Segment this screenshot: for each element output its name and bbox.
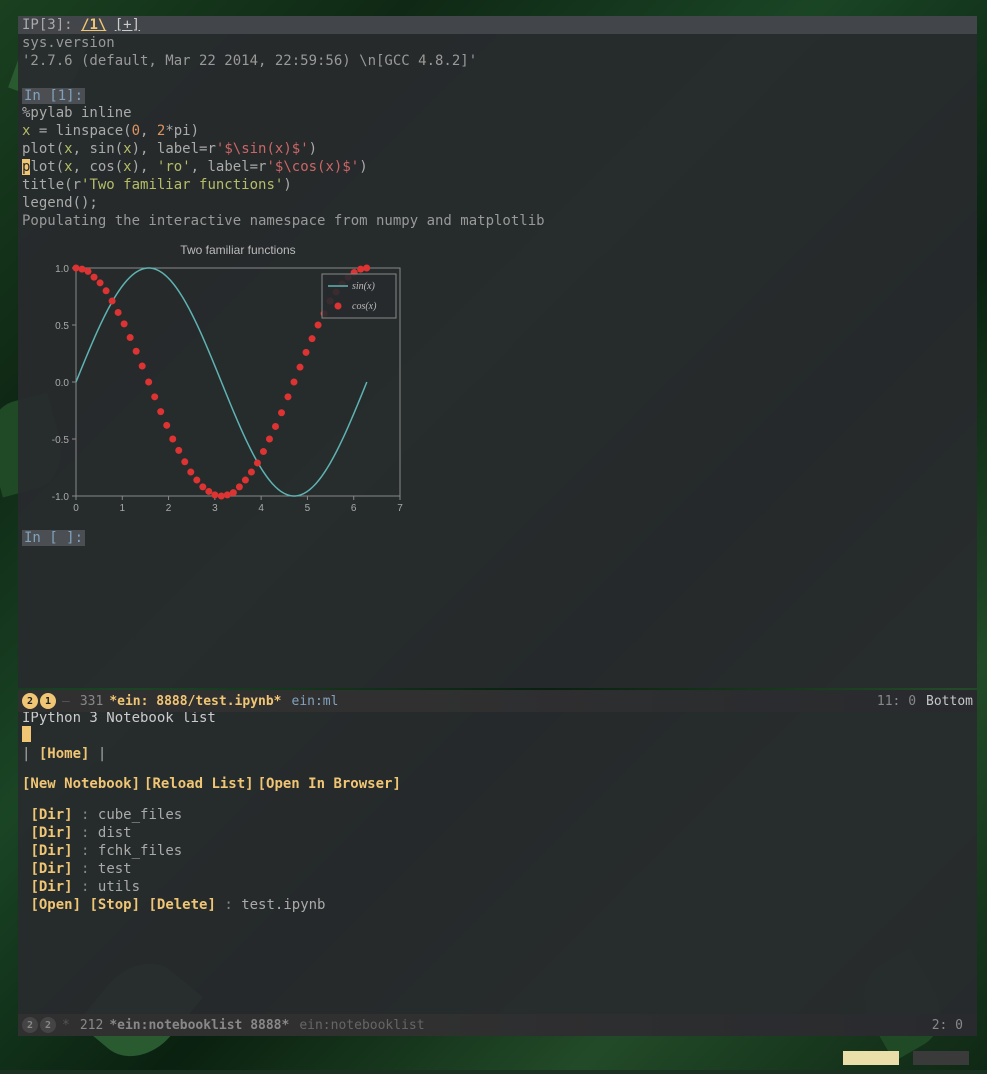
svg-text:1: 1 <box>120 503 126 514</box>
entry-name: test.ipynb <box>241 897 325 913</box>
code-line[interactable]: title(r'Two familiar functions') <box>22 176 973 194</box>
list-item: [Dir] : test <box>22 860 973 878</box>
list-item: [Dir] : fchk_files <box>22 842 973 860</box>
svg-text:Two familiar functions: Two familiar functions <box>180 243 295 257</box>
svg-text:1.0: 1.0 <box>55 264 69 275</box>
taskbar-hint <box>843 1050 969 1066</box>
notebooklist-button[interactable]: [New Notebook] <box>22 776 140 792</box>
svg-text:2: 2 <box>166 503 172 514</box>
workspace-badge[interactable]: 2 <box>22 693 38 709</box>
active-sheet[interactable]: /1\ <box>81 17 106 33</box>
output-line: Populating the interactive namespace fro… <box>22 212 973 230</box>
code-line[interactable]: plot(x, cos(x), 'ro', label=r'$\cos(x)$'… <box>22 158 973 176</box>
list-item: [Dir] : cube_files <box>22 806 973 824</box>
output-line: sys.version <box>22 34 973 52</box>
list-item: [Open] [Stop] [Delete] : test.ipynb <box>22 896 973 914</box>
line-number: 212 <box>80 1018 103 1033</box>
entry-action[interactable]: [Dir] <box>30 861 72 877</box>
entry-action[interactable]: [Dir] <box>30 843 72 859</box>
list-item: [Dir] : dist <box>22 824 973 842</box>
svg-text:sin(x): sin(x) <box>352 281 375 292</box>
svg-text:-0.5: -0.5 <box>52 435 70 446</box>
entry-action[interactable]: [Stop] <box>89 897 140 913</box>
cell-prompt: In [1]: <box>22 88 85 104</box>
cursor-position: 11: 0 <box>877 694 916 709</box>
cell-content[interactable]: sys.version '2.7.6 (default, Mar 22 2014… <box>18 34 977 546</box>
modeline-bottom: 2 2 * 212 *ein:notebooklist 8888* ein:no… <box>18 1014 977 1036</box>
svg-text:3: 3 <box>212 503 218 514</box>
buffer-name[interactable]: *ein: 8888/test.ipynb* <box>109 694 281 709</box>
entry-name: test <box>98 861 132 877</box>
code-line[interactable]: %pylab inline <box>22 104 973 122</box>
major-mode: ein:notebooklist <box>299 1018 424 1033</box>
svg-text:0.0: 0.0 <box>55 378 69 389</box>
major-mode: ein:ml <box>292 694 339 709</box>
notebooklist-button[interactable]: [Reload List] <box>144 776 254 792</box>
entry-action[interactable]: [Open] <box>30 897 81 913</box>
chart-output: Two familiar functions -1.0 -0.5 0.0 0.5 1.0 0… <box>30 240 973 520</box>
modeline-top: 2 1 — 331 *ein: 8888/test.ipynb* ein:ml … <box>18 690 977 712</box>
notebooklist-button[interactable]: [Open In Browser] <box>258 776 401 792</box>
code-line[interactable]: plot(x, sin(x), label=r'$\sin(x)$') <box>22 140 973 158</box>
workspace-badge[interactable]: 2 <box>22 1017 38 1033</box>
scroll-position: Bottom <box>926 694 973 709</box>
svg-text:6: 6 <box>351 503 357 514</box>
notebook-pane: IP[3]: /1\ [+] sys.version '2.7.6 (defau… <box>18 16 977 688</box>
line-number: 331 <box>80 694 103 709</box>
output-line: '2.7.6 (default, Mar 22 2014, 22:59:56) … <box>22 52 973 70</box>
window-badge[interactable]: 2 <box>40 1017 56 1033</box>
cell-prompt: In [ ]: <box>22 530 85 546</box>
cursor <box>22 726 31 742</box>
list-item: [Dir] : utils <box>22 878 973 896</box>
svg-text:5: 5 <box>305 503 311 514</box>
svg-text:4: 4 <box>258 503 264 514</box>
home-link[interactable]: [Home] <box>39 746 90 762</box>
svg-text:-1.0: -1.0 <box>52 492 70 503</box>
entry-action[interactable]: [Dir] <box>30 879 72 895</box>
add-sheet[interactable]: [+] <box>115 17 140 33</box>
code-line[interactable]: x = linspace(0, 2*pi) <box>22 122 973 140</box>
cursor-position: 2: 0 <box>932 1018 963 1033</box>
entry-action[interactable]: [Delete] <box>148 897 215 913</box>
svg-text:0.5: 0.5 <box>55 321 69 332</box>
svg-text:7: 7 <box>397 503 403 514</box>
entry-name: dist <box>98 825 132 841</box>
entry-name: cube_files <box>98 807 182 823</box>
code-line[interactable]: legend(); <box>22 194 973 212</box>
entry-name: fchk_files <box>98 843 182 859</box>
kernel-header: IP[3]: /1\ [+] <box>18 16 977 34</box>
svg-text:cos(x): cos(x) <box>352 301 377 312</box>
entry-action[interactable]: [Dir] <box>30 807 72 823</box>
kernel-prefix: IP[3]: <box>22 17 73 33</box>
notebooklist-title: IPython 3 Notebook list <box>18 710 977 726</box>
entry-name: utils <box>98 879 140 895</box>
svg-text:0: 0 <box>73 503 79 514</box>
window-badge[interactable]: 1 <box>40 693 56 709</box>
notebooklist-pane: IPython 3 Notebook list | [Home] | [New … <box>18 710 977 1022</box>
buffer-name[interactable]: *ein:notebooklist 8888* <box>109 1018 289 1033</box>
entry-action[interactable]: [Dir] <box>30 825 72 841</box>
